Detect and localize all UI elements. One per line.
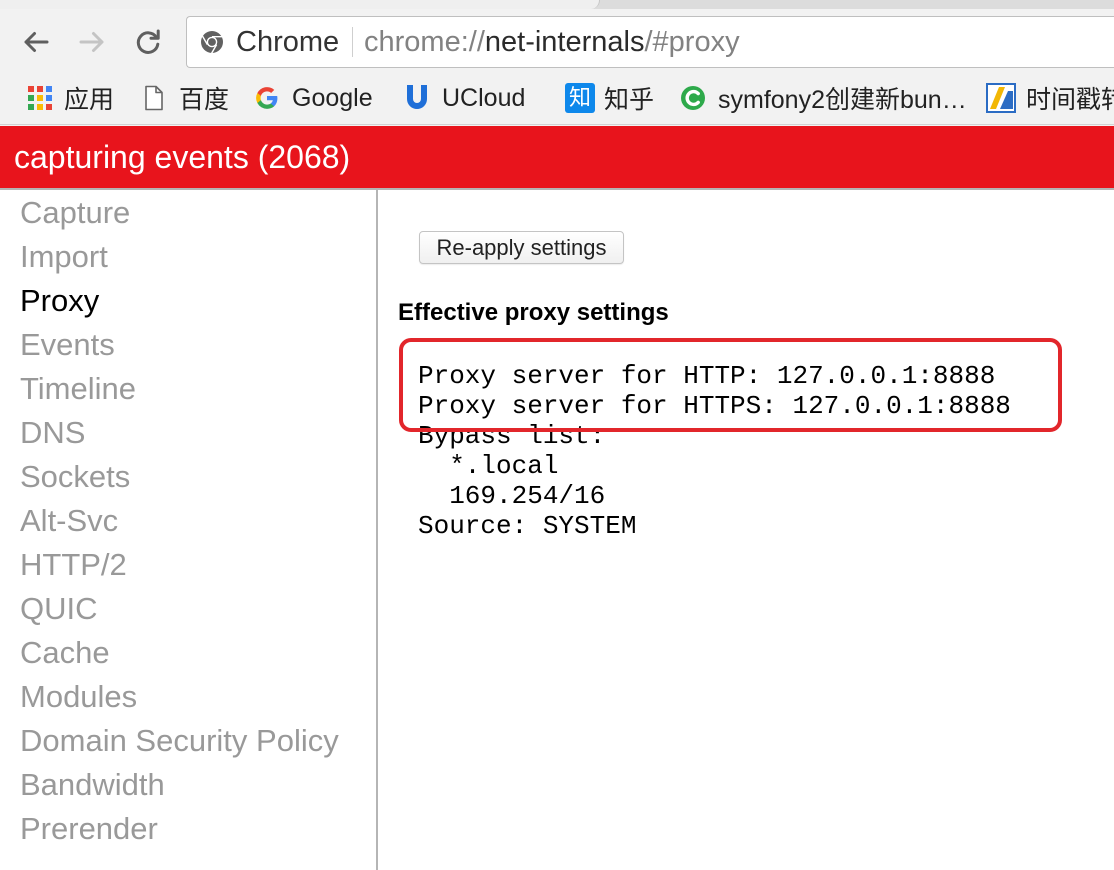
sidebar-item-dns[interactable]: DNS xyxy=(0,411,376,455)
site-chip[interactable]: Chrome xyxy=(236,17,339,67)
sidebar-item-modules[interactable]: Modules xyxy=(0,675,376,719)
proxy-source-line: Source: SYSTEM xyxy=(418,511,1011,541)
browser-tab[interactable] xyxy=(0,0,600,9)
apps-grid-icon xyxy=(28,86,52,110)
timestamp-icon xyxy=(986,83,1016,113)
status-bar: capturing events (2068) xyxy=(0,126,1114,188)
bookmark-ucloud[interactable]: UCloud xyxy=(405,72,525,124)
chrome-logo-icon xyxy=(201,31,223,54)
bookmark-google[interactable]: Google xyxy=(254,72,373,124)
proxy-source-value: SYSTEM xyxy=(542,511,637,541)
sidebar-item-http2[interactable]: HTTP/2 xyxy=(0,543,376,587)
google-icon xyxy=(256,87,278,109)
url-host: net-internals xyxy=(484,26,645,58)
url-path: /#proxy xyxy=(644,26,740,58)
ucloud-icon xyxy=(407,85,427,109)
effective-settings: Proxy server for HTTP: 127.0.0.1:8888 Pr… xyxy=(418,361,1011,541)
sidebar-item-events[interactable]: Events xyxy=(0,323,376,367)
back-button[interactable] xyxy=(21,27,51,57)
sidebar: Capture Import Proxy Events Timeline DNS… xyxy=(0,190,378,870)
url-scheme: chrome:// xyxy=(364,26,485,58)
proxy-https-line: Proxy server for HTTPS: 127.0.0.1:8888 xyxy=(418,391,1011,421)
bookmark-label: Google xyxy=(292,83,373,112)
reload-button[interactable] xyxy=(133,27,163,57)
proxy-https-label: Proxy server for HTTPS: xyxy=(418,391,777,421)
bookmark-label: symfony2创建新bun… xyxy=(718,86,967,114)
proxy-http-label: Proxy server for HTTP: xyxy=(418,361,762,391)
bookmark-baidu[interactable]: 百度 xyxy=(144,72,229,124)
bookmark-symfony[interactable]: symfony2创建新bun… xyxy=(680,72,967,124)
sidebar-item-timeline[interactable]: Timeline xyxy=(0,367,376,411)
bookmark-timestamp[interactable]: 时间戳转 xyxy=(986,72,1114,124)
sidebar-item-capture[interactable]: Capture xyxy=(0,191,376,235)
bookmark-apps[interactable]: 应用 xyxy=(28,72,114,124)
sidebar-item-bandwidth[interactable]: Bandwidth xyxy=(0,763,376,807)
sidebar-item-proxy[interactable]: Proxy xyxy=(0,279,376,323)
sidebar-item-import[interactable]: Import xyxy=(0,235,376,279)
proxy-https-value: 127.0.0.1:8888 xyxy=(792,391,1011,421)
symfony-icon xyxy=(681,86,705,110)
proxy-http-line: Proxy server for HTTP: 127.0.0.1:8888 xyxy=(418,361,1011,391)
bypass-list-item: 169.254/16 xyxy=(449,481,606,511)
address-bar[interactable]: Chrome chrome://net-internals/#proxy xyxy=(186,16,1114,68)
browser-frame: Chrome chrome://net-internals/#proxy 应用 … xyxy=(0,0,1114,126)
forward-button[interactable] xyxy=(77,27,107,57)
reload-icon xyxy=(136,29,160,54)
tab-strip xyxy=(0,0,1114,9)
bookmark-label: 应用 xyxy=(64,86,115,114)
bookmark-label: 百度 xyxy=(179,86,230,114)
bookmarks-bar: 应用 百度 Google UCloud 知 知乎 symfony2创建新bun…… xyxy=(0,72,1114,125)
reapply-settings-button[interactable]: Re-apply settings xyxy=(419,231,624,264)
proxy-source-label: Source: xyxy=(418,511,528,541)
omnibox-separator xyxy=(352,27,353,57)
bookmark-label: 知乎 xyxy=(604,86,655,114)
forward-arrow-icon xyxy=(79,32,104,52)
zhihu-icon: 知 xyxy=(565,83,595,113)
sidebar-item-alt-svc[interactable]: Alt-Svc xyxy=(0,499,376,543)
bookmark-zhihu[interactable]: 知 知乎 xyxy=(565,72,654,124)
bookmark-label: UCloud xyxy=(442,83,526,112)
sidebar-item-cache[interactable]: Cache xyxy=(0,631,376,675)
sidebar-item-domain-security-policy[interactable]: Domain Security Policy xyxy=(0,719,376,763)
sidebar-item-quic[interactable]: QUIC xyxy=(0,587,376,631)
bypass-list-label: Bypass list: xyxy=(418,421,606,451)
sidebar-item-prerender[interactable]: Prerender xyxy=(0,807,376,851)
bypass-list-item: *.local xyxy=(449,451,559,481)
url-text[interactable]: chrome://net-internals/#proxy xyxy=(364,17,740,67)
back-arrow-icon xyxy=(24,32,49,52)
page-icon xyxy=(145,85,163,111)
bookmark-label: 时间戳转 xyxy=(1026,86,1114,114)
proxy-http-value: 127.0.0.1:8888 xyxy=(776,361,996,391)
effective-settings-heading: Effective proxy settings xyxy=(398,299,669,326)
sidebar-item-sockets[interactable]: Sockets xyxy=(0,455,376,499)
